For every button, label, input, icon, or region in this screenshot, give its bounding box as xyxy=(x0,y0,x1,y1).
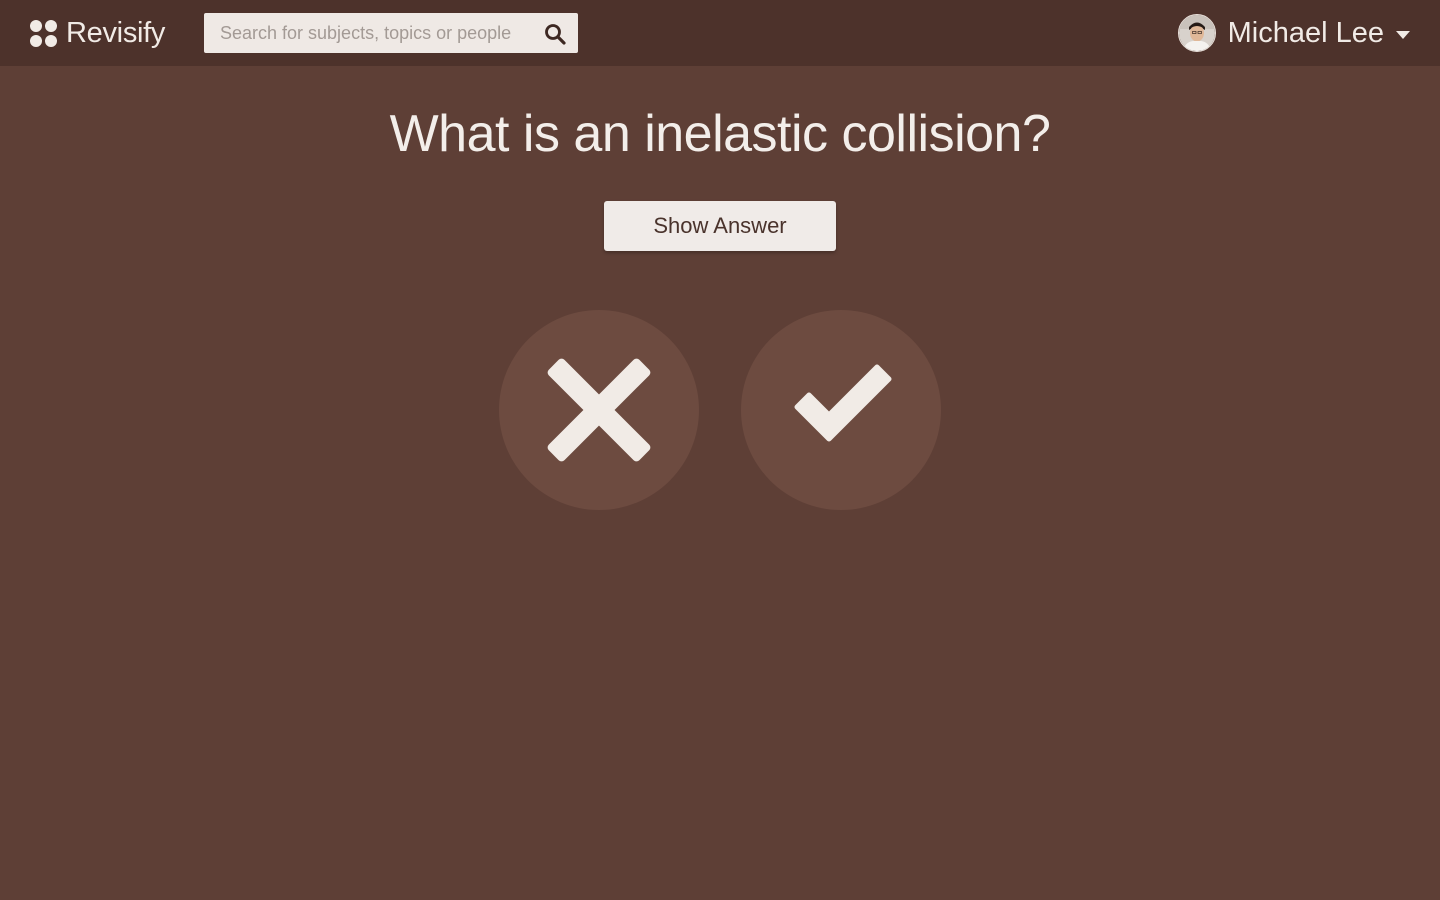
flashcard-question: What is an inelastic collision? xyxy=(389,105,1051,163)
user-name: Michael Lee xyxy=(1227,16,1384,49)
show-answer-button[interactable]: Show Answer xyxy=(604,201,836,251)
top-navigation-bar: Revisify Michael Lee xyxy=(0,0,1440,66)
cross-icon xyxy=(547,358,651,462)
search-input[interactable] xyxy=(204,13,534,53)
brand-name: Revisify xyxy=(66,16,166,49)
brand-logo-link[interactable]: Revisify xyxy=(30,14,165,52)
avatar[interactable] xyxy=(1177,14,1216,52)
avatar-image xyxy=(1178,15,1215,51)
chevron-down-icon[interactable] xyxy=(1396,30,1410,39)
check-icon xyxy=(794,364,892,442)
search-box xyxy=(204,13,578,53)
logo-dots-icon xyxy=(30,19,58,47)
search-icon[interactable] xyxy=(544,23,566,45)
mark-wrong-button[interactable] xyxy=(499,310,699,510)
mark-correct-button[interactable] xyxy=(741,310,941,510)
user-menu[interactable]: Michael Lee xyxy=(1177,13,1410,53)
